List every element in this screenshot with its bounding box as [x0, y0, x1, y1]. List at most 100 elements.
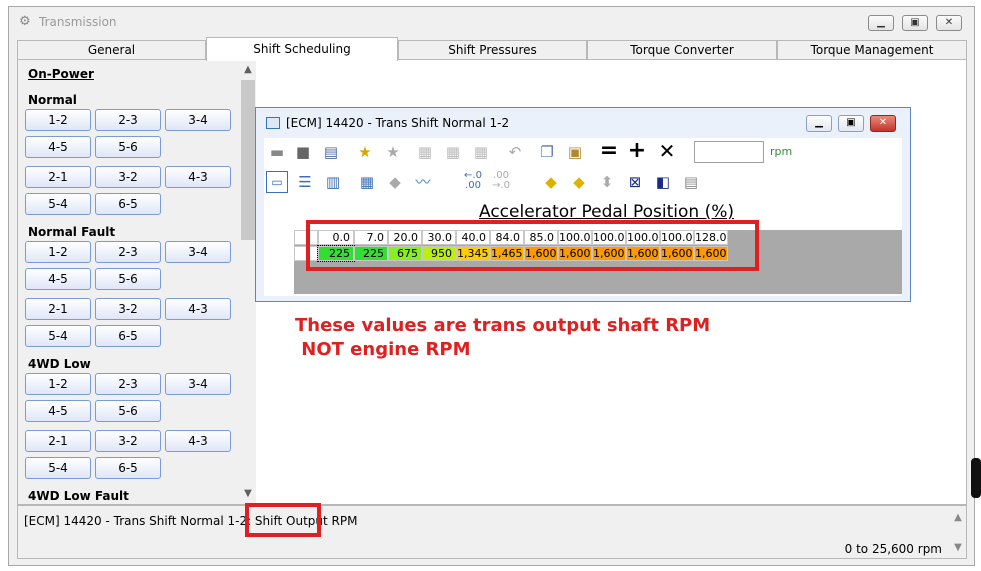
normal-up-2-3-button[interactable]: 2-3: [95, 109, 161, 131]
clear-icon[interactable]: ▤: [680, 171, 702, 193]
4wd-low-up-1-2-button[interactable]: 1-2: [25, 373, 91, 395]
minimize-button[interactable]: ▁: [868, 15, 894, 31]
set-value-icon[interactable]: =: [598, 140, 620, 162]
table-list: On-Power Normal 1-2 2-3 3-4 4-5 5-6 2-1 …: [18, 60, 240, 504]
tab-shift-scheduling[interactable]: Shift Scheduling: [206, 37, 398, 61]
4wd-low-up-3-4-button[interactable]: 3-4: [165, 373, 231, 395]
normal-down-4-3-button[interactable]: 4-3: [165, 166, 231, 188]
copy-icon[interactable]: ❐: [536, 141, 558, 163]
table-view-icon[interactable]: ▦: [356, 171, 378, 193]
normal-fault-down-2-1-button[interactable]: 2-1: [25, 298, 91, 320]
increase-decimals-icon[interactable]: .00 →.0: [490, 171, 512, 193]
4wd-low-up-2-3-button[interactable]: 2-3: [95, 373, 161, 395]
4wd-low-up-5-6-button[interactable]: 5-6: [95, 400, 161, 422]
normal-up-3-4-button[interactable]: 3-4: [165, 109, 231, 131]
normal-fault-down-3-2-button[interactable]: 3-2: [95, 298, 161, 320]
grid-icon[interactable]: ▦: [414, 141, 436, 163]
close-button[interactable]: ✕: [936, 15, 962, 31]
scroll-down-icon[interactable]: ▼: [950, 540, 966, 556]
undo-icon[interactable]: ↶: [504, 141, 526, 163]
smooth-icon[interactable]: ⬍: [596, 171, 618, 193]
normal-fault-up-2-3-button[interactable]: 2-3: [95, 241, 161, 263]
grid-alt-icon[interactable]: ▦: [442, 141, 464, 163]
scroll-up-icon[interactable]: ▲: [950, 510, 966, 526]
tab-torque-management[interactable]: Torque Management: [777, 40, 967, 60]
normal-down-2-1-button[interactable]: 2-1: [25, 166, 91, 188]
table-editor-body: ▬ ■ ▤ ★ ★ ▦ ▦ ▦ ↶ ❐ ▣ = + ✕ rpm ▭ ☰ ▥ ▦ …: [264, 138, 902, 296]
4wd-low-up-4-5-button[interactable]: 4-5: [25, 400, 91, 422]
print-icon[interactable]: ▤: [320, 141, 342, 163]
window-edge-decoration: [971, 458, 981, 498]
gradient-fill-icon[interactable]: ◧: [652, 171, 674, 193]
scroll-up-icon[interactable]: ▲: [240, 62, 256, 78]
normal-up-1-2-button[interactable]: 1-2: [25, 109, 91, 131]
normal-fault-down-5-4-button[interactable]: 5-4: [25, 325, 91, 347]
4wd-low-down-6-5-button[interactable]: 6-5: [95, 457, 161, 479]
normal-down-3-2-button[interactable]: 3-2: [95, 166, 161, 188]
graph-icon[interactable]: 〰: [412, 171, 434, 193]
axis-title: Accelerator Pedal Position (%): [479, 202, 734, 222]
table-window-icon: [266, 117, 280, 129]
editor-maximize-button[interactable]: ▣: [838, 115, 864, 132]
grid-delete-icon[interactable]: ▦: [470, 141, 492, 163]
tab-strip: General Shift Scheduling Shift Pressures…: [17, 37, 967, 61]
normal-fault-up-4-5-button[interactable]: 4-5: [25, 268, 91, 290]
table-editor-window: [ECM] 14420 - Trans Shift Normal 1-2 ▁ ▣…: [255, 107, 911, 302]
annotation-table-highlight: [306, 220, 759, 271]
close-icon: ✕: [944, 17, 954, 28]
tab-general[interactable]: General: [17, 40, 206, 60]
remove-favorite-icon[interactable]: ★: [382, 141, 404, 163]
normal-fault-down-6-5-button[interactable]: 6-5: [95, 325, 161, 347]
minimize-icon: ▁: [877, 17, 885, 28]
minimize-icon: ▁: [815, 117, 823, 128]
normal-up-5-6-button[interactable]: 5-6: [95, 136, 161, 158]
decrease-decimals-icon[interactable]: ←.0.00: [462, 171, 484, 193]
annotation-note-line-1: These values are trans output shaft RPM: [295, 315, 711, 336]
window-title: Transmission: [39, 15, 117, 29]
maximize-icon: ▣: [846, 117, 856, 128]
4wd-low-down-2-1-button[interactable]: 2-1: [25, 430, 91, 452]
scroll-thumb[interactable]: [241, 80, 255, 240]
save-icon[interactable]: ■: [292, 141, 314, 163]
scroll-down-icon[interactable]: ▼: [240, 486, 256, 502]
interpolate-horizontal-icon[interactable]: ◆: [568, 171, 590, 193]
maximize-button[interactable]: ▣: [902, 15, 928, 31]
add-value-icon[interactable]: +: [626, 140, 648, 162]
tab-torque-converter[interactable]: Torque Converter: [587, 40, 777, 60]
description-scrollbar[interactable]: ▲ ▼: [950, 506, 966, 558]
normal-up-4-5-button[interactable]: 4-5: [25, 136, 91, 158]
annotation-output-rpm-highlight: [245, 503, 321, 537]
unit-label: rpm: [770, 145, 793, 158]
editor-close-button[interactable]: ✕: [870, 115, 896, 132]
normal-down-5-4-button[interactable]: 5-4: [25, 193, 91, 215]
4wd-low-down-3-2-button[interactable]: 3-2: [95, 430, 161, 452]
normal-fault-up-5-6-button[interactable]: 5-6: [95, 268, 161, 290]
section-normal-fault-title: Normal Fault: [28, 225, 116, 239]
normal-fault-up-3-4-button[interactable]: 3-4: [165, 241, 231, 263]
table-list-scrollbar[interactable]: ▲ ▼: [240, 60, 256, 504]
normal-down-6-5-button[interactable]: 6-5: [95, 193, 161, 215]
view-split-icon[interactable]: ☰: [294, 171, 316, 193]
interpolate-icon[interactable]: ◆: [540, 171, 562, 193]
description-panel: [ECM] 14420 - Trans Shift Normal 1-2: Sh…: [17, 505, 967, 559]
open-folder-icon[interactable]: ▬: [266, 141, 288, 163]
on-power-heading[interactable]: On-Power: [28, 67, 94, 81]
section-normal-title: Normal: [28, 93, 77, 107]
select-all-icon[interactable]: ⊠: [624, 171, 646, 193]
maximize-icon: ▣: [910, 17, 920, 28]
title-bar: ⚙ Transmission ▁ ▣ ✕: [9, 7, 974, 37]
value-input[interactable]: [694, 141, 764, 163]
section-4wd-low-fault-title: 4WD Low Fault: [28, 489, 129, 503]
editor-minimize-button[interactable]: ▁: [806, 115, 832, 132]
multiply-value-icon[interactable]: ✕: [656, 140, 678, 162]
view-2d-icon[interactable]: ▭: [266, 171, 288, 193]
fill-icon[interactable]: ◆: [384, 171, 406, 193]
paste-icon[interactable]: ▣: [564, 141, 586, 163]
add-favorite-icon[interactable]: ★: [354, 141, 376, 163]
tab-shift-pressures[interactable]: Shift Pressures: [398, 40, 587, 60]
4wd-low-down-4-3-button[interactable]: 4-3: [165, 430, 231, 452]
normal-fault-up-1-2-button[interactable]: 1-2: [25, 241, 91, 263]
normal-fault-down-4-3-button[interactable]: 4-3: [165, 298, 231, 320]
view-columns-icon[interactable]: ▥: [322, 171, 344, 193]
4wd-low-down-5-4-button[interactable]: 5-4: [25, 457, 91, 479]
